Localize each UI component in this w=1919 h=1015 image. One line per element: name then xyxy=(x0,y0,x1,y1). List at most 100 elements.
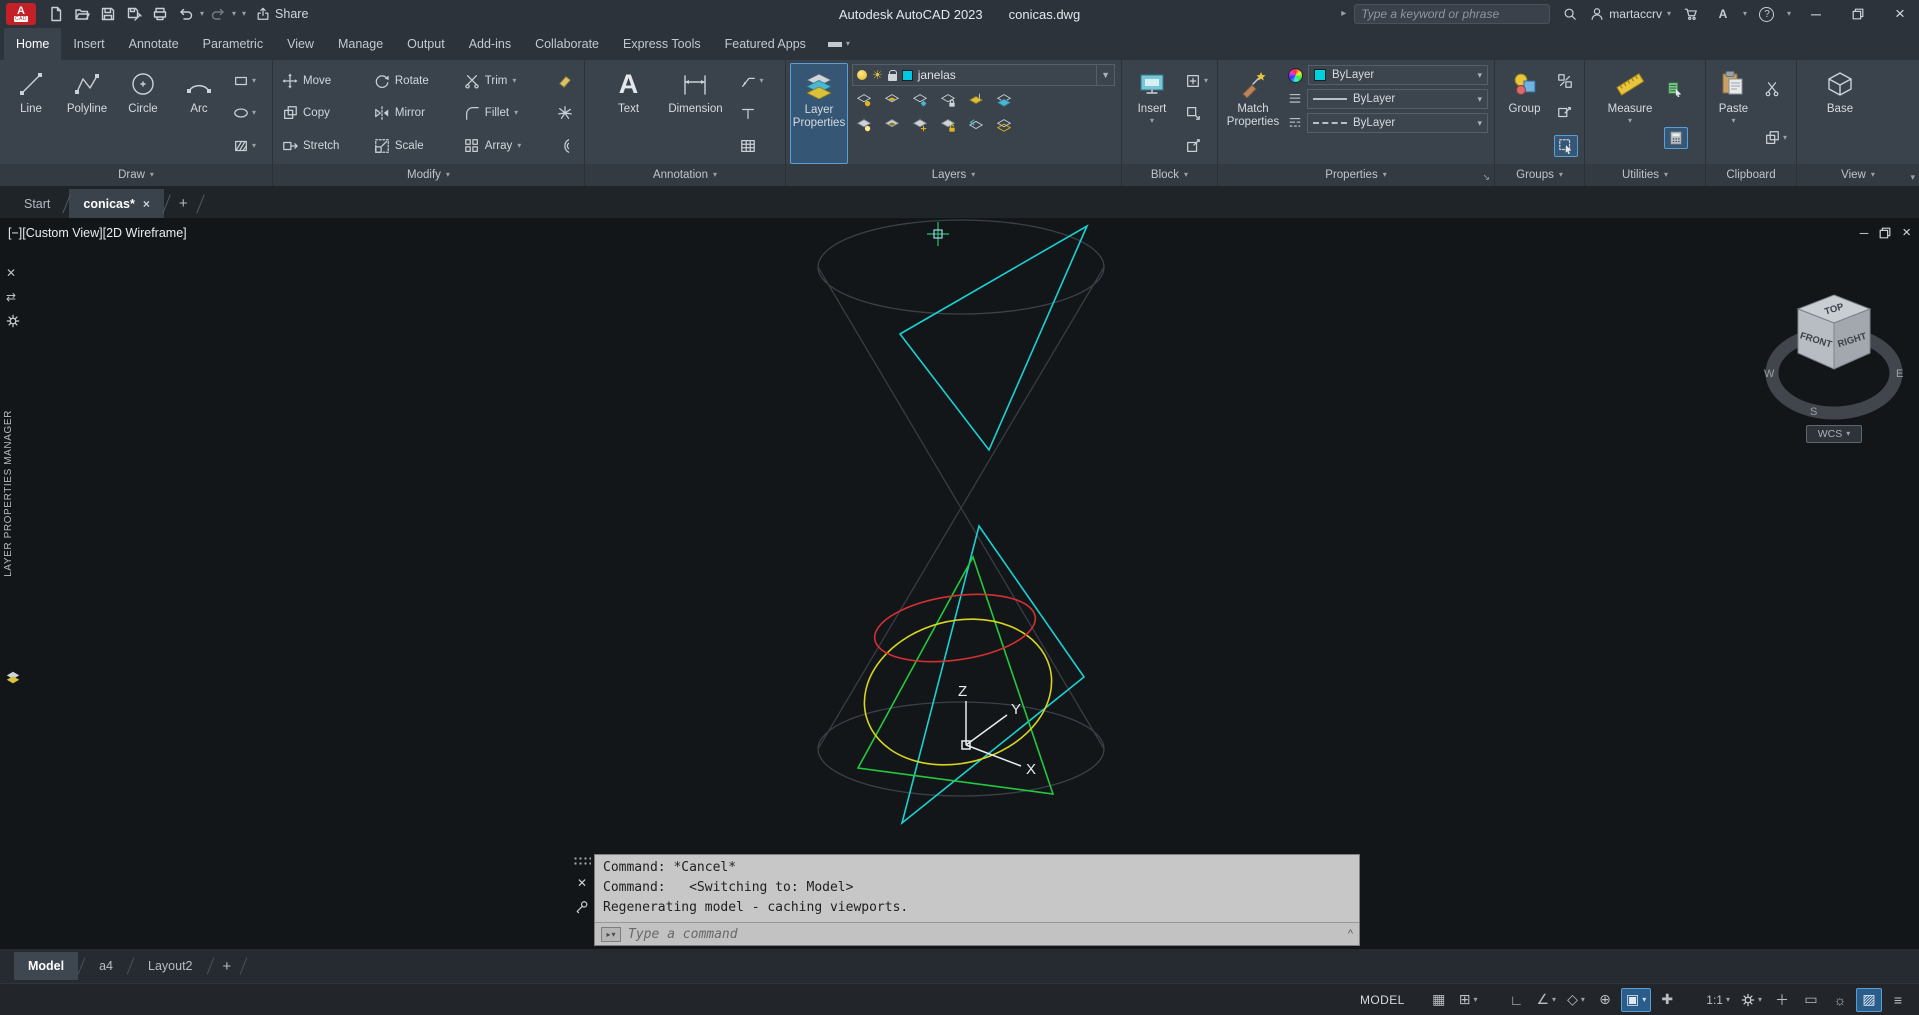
ribbon-tab-output[interactable]: Output xyxy=(395,28,457,60)
linetype-dropdown[interactable]: ByLayer ▾ xyxy=(1307,113,1488,133)
line-button[interactable]: Line xyxy=(4,63,58,164)
undo-button[interactable] xyxy=(174,3,198,25)
layout-tab-a4[interactable]: a4 xyxy=(85,952,127,980)
file-tab-conicas[interactable]: conicas* × xyxy=(69,189,164,218)
copy-button[interactable]: Copy xyxy=(277,101,367,125)
measure-button[interactable]: Measure ▾ xyxy=(1600,63,1660,164)
layers-panel-label[interactable]: Layers ▾ xyxy=(786,164,1121,186)
text-button[interactable]: A Text xyxy=(601,63,655,164)
layer-properties-button[interactable]: Layer Properties xyxy=(790,63,848,164)
scale-button[interactable]: Scale xyxy=(369,134,457,158)
layer-unisolate-button[interactable] xyxy=(880,114,904,136)
command-window-customize-button[interactable] xyxy=(575,900,589,914)
restore-window-button[interactable] xyxy=(1841,0,1875,28)
linetype-list-icon[interactable] xyxy=(1288,116,1302,130)
autodesk-app-button[interactable]: A xyxy=(1711,3,1735,25)
match-layer-button[interactable] xyxy=(992,89,1016,111)
viewport-minimize-button[interactable]: ─ xyxy=(1860,226,1869,240)
group-button[interactable]: Group xyxy=(1499,63,1550,164)
match-properties-button[interactable]: Match Properties xyxy=(1222,63,1284,164)
group-selection-toggle[interactable] xyxy=(1554,134,1578,157)
array-button[interactable]: Array ▾ xyxy=(459,134,549,158)
block-editor-button[interactable] xyxy=(1182,135,1211,157)
redo-button[interactable] xyxy=(206,3,230,25)
layer-walk-button[interactable] xyxy=(992,114,1016,136)
ribbon-tab-collaborate[interactable]: Collaborate xyxy=(523,28,611,60)
ribbon-tab-featured-apps[interactable]: Featured Apps xyxy=(713,28,818,60)
properties-panel-label[interactable]: Properties ▾ ↘ xyxy=(1218,164,1494,186)
stretch-button[interactable]: Stretch xyxy=(277,134,367,158)
layer-on-button[interactable] xyxy=(852,114,876,136)
minimize-window-button[interactable]: ─ xyxy=(1799,0,1833,28)
dimension-button[interactable]: Dimension xyxy=(663,63,727,164)
cone-wireframe[interactable] xyxy=(817,219,1105,797)
close-window-button[interactable]: × xyxy=(1883,0,1917,28)
section-plane-bottom-cyan[interactable] xyxy=(900,524,1086,826)
base-view-button[interactable]: Base xyxy=(1813,63,1867,164)
model-space-indicator[interactable]: MODEL xyxy=(1356,988,1409,1012)
paste-button[interactable]: Paste ▾ xyxy=(1710,63,1757,164)
ribbon-display-toggle[interactable]: ▾ xyxy=(818,28,860,60)
palette-autohide-button[interactable]: ⇄ xyxy=(6,290,16,304)
plot-button[interactable] xyxy=(148,3,172,25)
new-layout-button[interactable]: + xyxy=(214,958,241,975)
modify-panel-label[interactable]: Modify ▾ xyxy=(273,164,584,186)
command-history[interactable]: Command: *Cancel* Command: <Switching to… xyxy=(595,855,1359,922)
command-window-close-button[interactable]: ✕ xyxy=(577,876,587,890)
search-input[interactable]: Type a keyword or phrase xyxy=(1354,4,1551,24)
file-tab-start[interactable]: Start xyxy=(10,189,64,218)
viewport-close-button[interactable]: × xyxy=(1902,224,1911,241)
save-button[interactable] xyxy=(96,3,120,25)
undo-flyout-arrow[interactable]: ▾ xyxy=(200,10,204,18)
polyline-button[interactable]: Polyline xyxy=(60,63,114,164)
layer-thaw-button[interactable] xyxy=(908,114,932,136)
table-button[interactable] xyxy=(737,135,766,157)
explode-button[interactable] xyxy=(554,102,576,124)
application-menu-button[interactable]: A CAD xyxy=(6,3,36,25)
lineweight-list-icon[interactable] xyxy=(1288,92,1302,106)
quick-properties-toggle[interactable]: ▭ xyxy=(1798,988,1824,1012)
arc-button[interactable]: Arc xyxy=(172,63,226,164)
ribbon-tab-express-tools[interactable]: Express Tools xyxy=(611,28,713,60)
ribbon-tab-insert[interactable]: Insert xyxy=(61,28,116,60)
isolate-objects-button[interactable]: ☼ xyxy=(1827,988,1853,1012)
draw-panel-label[interactable]: Draw ▾ xyxy=(0,164,272,186)
fillet-button[interactable]: Fillet ▾ xyxy=(459,101,549,125)
layer-freeze-button[interactable] xyxy=(908,89,932,111)
search-icon[interactable] xyxy=(1558,3,1582,25)
workspace-switching-button[interactable]: ▾ xyxy=(1737,988,1766,1012)
layer-isolate-button[interactable] xyxy=(880,89,904,111)
cart-icon[interactable] xyxy=(1679,3,1703,25)
erase-button[interactable] xyxy=(554,70,576,92)
ortho-mode-toggle[interactable]: ∟ xyxy=(1503,988,1529,1012)
layout-tab-model[interactable]: Model xyxy=(14,952,79,980)
utilities-panel-label[interactable]: Utilities ▾ xyxy=(1585,164,1705,186)
ribbon-tab-annotate[interactable]: Annotate xyxy=(117,28,191,60)
drawing-canvas[interactable]: [−][Custom View][2D Wireframe] ─ × ✕ ⇄ L… xyxy=(0,218,1919,949)
signed-in-user[interactable]: martaccrv ▾ xyxy=(1590,7,1671,21)
layer-properties-palette-title[interactable]: LAYER PROPERTIES MANAGER xyxy=(3,410,14,577)
object-snap-tracking-toggle[interactable]: ⊕ xyxy=(1592,988,1618,1012)
command-window-grip[interactable] xyxy=(573,856,591,866)
mirror-button[interactable]: Mirror xyxy=(369,101,457,125)
ellipse-button[interactable]: ▾ xyxy=(230,102,259,124)
viewport-restore-button[interactable] xyxy=(1878,226,1892,240)
command-input[interactable]: Type a command xyxy=(628,927,1341,942)
command-input-row[interactable]: ▸ ▾ Type a command ^ xyxy=(595,922,1359,945)
multileader-button[interactable]: ▾ xyxy=(737,70,766,92)
rotate-button[interactable]: Rotate xyxy=(369,69,457,93)
group-edit-button[interactable] xyxy=(1554,102,1578,124)
quick-select-button[interactable] xyxy=(1664,78,1688,100)
make-current-layer-button[interactable] xyxy=(964,89,988,111)
ungroup-button[interactable] xyxy=(1554,70,1578,92)
ribbon-tab-manage[interactable]: Manage xyxy=(326,28,395,60)
layer-lock-button[interactable] xyxy=(936,89,960,111)
object-snap-toggle[interactable]: ▣ ▾ xyxy=(1621,987,1652,1012)
section-plane-top-cyan[interactable] xyxy=(898,224,1089,452)
view-panel-collapse[interactable]: ▾ xyxy=(1910,172,1915,183)
insert-block-button[interactable]: Insert ▾ xyxy=(1126,63,1178,164)
block-panel-label[interactable]: Block ▾ xyxy=(1122,164,1217,186)
layer-off-button[interactable] xyxy=(852,89,876,111)
annotation-panel-label[interactable]: Annotation ▾ xyxy=(585,164,785,186)
annotation-monitor-toggle[interactable]: ＋ xyxy=(1769,988,1795,1012)
